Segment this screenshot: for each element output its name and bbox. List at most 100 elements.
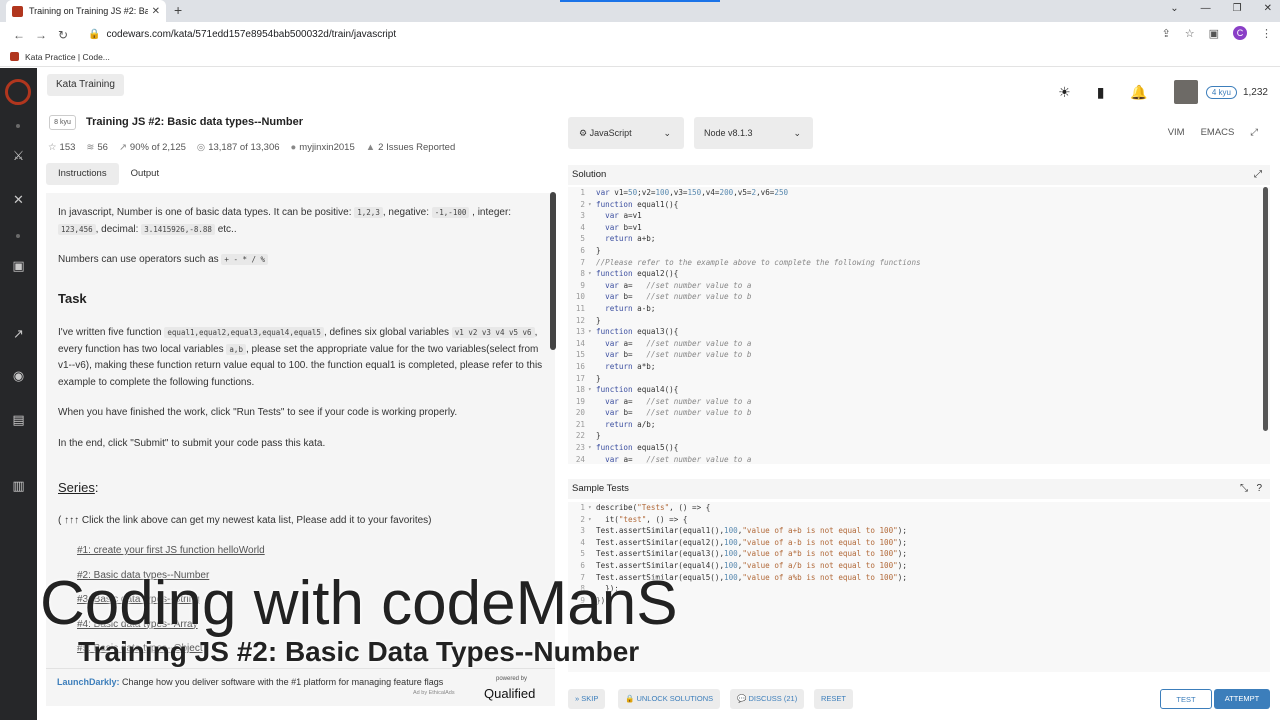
help-icon[interactable]: ? bbox=[1256, 479, 1262, 499]
skip-button[interactable]: » SKIP bbox=[568, 689, 606, 709]
reload-icon[interactable]: ↻ bbox=[52, 28, 74, 42]
runtime-select[interactable]: Node v8.1.3 ⌄ bbox=[694, 117, 813, 149]
leaderboard-icon[interactable]: ↗ bbox=[0, 326, 37, 342]
kata-stats: ☆ 153 ≋ 56 ↗ 90% of 2,125 ◎ 13,187 of 13,306… bbox=[48, 142, 455, 153]
task-heading: Task bbox=[58, 290, 87, 306]
vim-toggle[interactable]: VIM bbox=[1168, 127, 1185, 138]
author-stat[interactable]: ● myjinxin2015 bbox=[291, 142, 355, 153]
series-link[interactable]: #1: create your first JS function helloW… bbox=[77, 543, 543, 560]
browser-tab[interactable]: Training on Training JS #2: Basic ✕ bbox=[6, 0, 166, 22]
language-value: JavaScript bbox=[589, 128, 632, 138]
editor-modes: VIM EMACS ⤢ bbox=[1168, 127, 1258, 138]
kyu-badge: 8 kyu bbox=[49, 115, 76, 130]
new-tab-icon[interactable]: + bbox=[174, 2, 182, 18]
browser-menu-icon[interactable]: ⋮ bbox=[1261, 27, 1272, 40]
ad-banner[interactable]: LaunchDarkly: Change how you deliver sof… bbox=[46, 668, 555, 706]
unlock-solutions-button[interactable]: 🔒 UNLOCK SOLUTIONS bbox=[618, 689, 721, 709]
attempt-button[interactable]: ATTEMPT bbox=[1214, 689, 1270, 709]
tab-search-icon[interactable]: ⌄ bbox=[1170, 3, 1178, 14]
instruction-tabs: Instructions Output bbox=[46, 163, 171, 185]
user-avatar[interactable] bbox=[1173, 80, 1198, 104]
stars-stat[interactable]: ☆ 153 bbox=[48, 142, 75, 153]
discord-icon[interactable]: ◉ bbox=[0, 368, 37, 384]
share-icon[interactable]: ⇪ bbox=[1162, 27, 1171, 40]
collections-stat: ≋ 56 bbox=[86, 142, 108, 153]
test-button[interactable]: TEST bbox=[1160, 689, 1212, 709]
nav-dot bbox=[16, 234, 20, 238]
bookmark-icon[interactable]: ▮ bbox=[1097, 84, 1105, 101]
briefcase-icon[interactable]: ▣ bbox=[0, 258, 37, 274]
docs-icon[interactable]: ▥ bbox=[0, 478, 37, 494]
left-nav: ⚔ ✕ ▣ ↗ ◉ ▤ ▥ bbox=[0, 68, 37, 720]
action-bar: » SKIP 🔒 UNLOCK SOLUTIONS 💬 DISCUSS (21)… bbox=[560, 686, 1280, 712]
restore-icon[interactable]: ❐ bbox=[1233, 3, 1242, 14]
star-icon: ☆ bbox=[48, 142, 57, 153]
tab-instructions[interactable]: Instructions bbox=[46, 163, 119, 185]
video-title-overlay: Training JS #2: Basic Data Types--Number bbox=[78, 636, 640, 667]
tab-output[interactable]: Output bbox=[119, 163, 172, 185]
solution-label: Solution bbox=[572, 169, 607, 180]
theme-sun-icon[interactable]: ☀ bbox=[1058, 84, 1071, 101]
header-actions: ☀ ▮ 🔔 4 kyu 1,232 bbox=[1058, 80, 1268, 104]
completed-stat: ◎ 13,187 of 13,306 bbox=[196, 142, 280, 153]
powered-by: powered by bbox=[496, 676, 528, 682]
sample-tests-header: Sample Tests ⤡ ? bbox=[568, 479, 1270, 499]
forward-icon[interactable]: → bbox=[30, 28, 52, 42]
codewars-logo-icon[interactable] bbox=[5, 79, 31, 105]
sample-tests-label: Sample Tests bbox=[572, 483, 629, 494]
issues-stat[interactable]: ▲ 2 Issues Reported bbox=[366, 142, 456, 153]
language-icon: ⚙ bbox=[579, 128, 590, 138]
paragraph: I've written five function equal1,equal2… bbox=[58, 327, 543, 388]
fullscreen-icon[interactable]: ⤢ bbox=[1250, 127, 1258, 138]
close-window-icon[interactable]: ✕ bbox=[1264, 3, 1272, 14]
url-field[interactable]: 🔒 codewars.com/kata/571edd157e8954bab5000… bbox=[88, 29, 396, 40]
nav-dot bbox=[16, 124, 20, 128]
user-icon: ● bbox=[290, 142, 297, 153]
chevron-down-icon: ⌄ bbox=[793, 128, 801, 138]
warning-icon: ▲ bbox=[365, 142, 376, 153]
expand-icon[interactable]: ⤢ bbox=[1254, 165, 1262, 185]
target-icon: ◎ bbox=[196, 142, 206, 153]
bookmark-kata-practice[interactable]: Kata Practice | Code... bbox=[25, 52, 110, 62]
solution-editor[interactable]: 1 var v1=50;v2=100,v3=150,v4=200,v5=2,v6=… bbox=[568, 187, 1270, 464]
address-bar: ← → ↻ 🔒 codewars.com/kata/571edd157e8954b… bbox=[0, 22, 1280, 47]
training-icon[interactable]: ⚔ bbox=[0, 148, 37, 164]
qualified-logo: Qualified bbox=[484, 686, 536, 701]
collapse-icon[interactable]: ⤡ bbox=[1240, 479, 1248, 499]
sidebar-icon[interactable]: ▣ bbox=[1209, 27, 1219, 40]
url-text: codewars.com/kata/571edd157e8954bab50003… bbox=[106, 29, 397, 40]
discuss-button[interactable]: 💬 DISCUSS (21) bbox=[730, 689, 805, 709]
practice-icon[interactable]: ✕ bbox=[0, 192, 37, 208]
address-bar-actions: ⇪ ☆ ▣ C ⋮ bbox=[1162, 26, 1272, 40]
language-select[interactable]: ⚙ JavaScript ⌄ bbox=[568, 117, 684, 149]
bookmark-star-icon[interactable]: ☆ bbox=[1185, 27, 1195, 40]
kata-title: Training JS #2: Basic data types--Number bbox=[86, 116, 304, 128]
paragraph: ( ↑↑↑ Click the link above can get my ne… bbox=[58, 514, 432, 526]
paragraph: Numbers can use operators such as + - * … bbox=[58, 252, 543, 269]
chevron-down-icon: ⌄ bbox=[663, 128, 671, 138]
solution-scrollbar[interactable] bbox=[1263, 187, 1268, 431]
reset-button[interactable]: RESET bbox=[814, 689, 854, 709]
runtime-value: Node v8.1.3 bbox=[704, 128, 753, 138]
rank-badge: 4 kyu bbox=[1205, 85, 1237, 99]
description-scrollbar[interactable] bbox=[550, 192, 556, 350]
kata-training-label: Kata Training bbox=[47, 74, 124, 96]
tab-indicator bbox=[560, 0, 720, 2]
ad-text[interactable]: LaunchDarkly: Change how you deliver sof… bbox=[57, 677, 443, 687]
stack-icon: ≋ bbox=[86, 142, 95, 153]
back-icon[interactable]: ← bbox=[8, 28, 30, 42]
solution-header: Solution ⤢ bbox=[568, 165, 1270, 185]
profile-avatar[interactable]: C bbox=[1233, 26, 1247, 40]
close-tab-icon[interactable]: ✕ bbox=[152, 6, 160, 17]
ad-note: Ad by EthicalAds bbox=[413, 690, 455, 696]
series-heading[interactable]: Series: bbox=[58, 480, 543, 497]
notifications-bell-icon[interactable]: 🔔 bbox=[1130, 84, 1147, 101]
forum-icon[interactable]: ▤ bbox=[0, 412, 37, 428]
bookmarks-bar: Kata Practice | Code... bbox=[0, 47, 1280, 67]
emacs-toggle[interactable]: EMACS bbox=[1201, 127, 1235, 138]
codewars-favicon-icon bbox=[12, 5, 23, 17]
bookmark-favicon-icon bbox=[10, 52, 19, 61]
paragraph: When you have finished the work, click "… bbox=[58, 407, 458, 418]
paragraph: In the end, click "Submit" to submit you… bbox=[58, 437, 326, 449]
minimize-icon[interactable]: — bbox=[1201, 3, 1211, 14]
